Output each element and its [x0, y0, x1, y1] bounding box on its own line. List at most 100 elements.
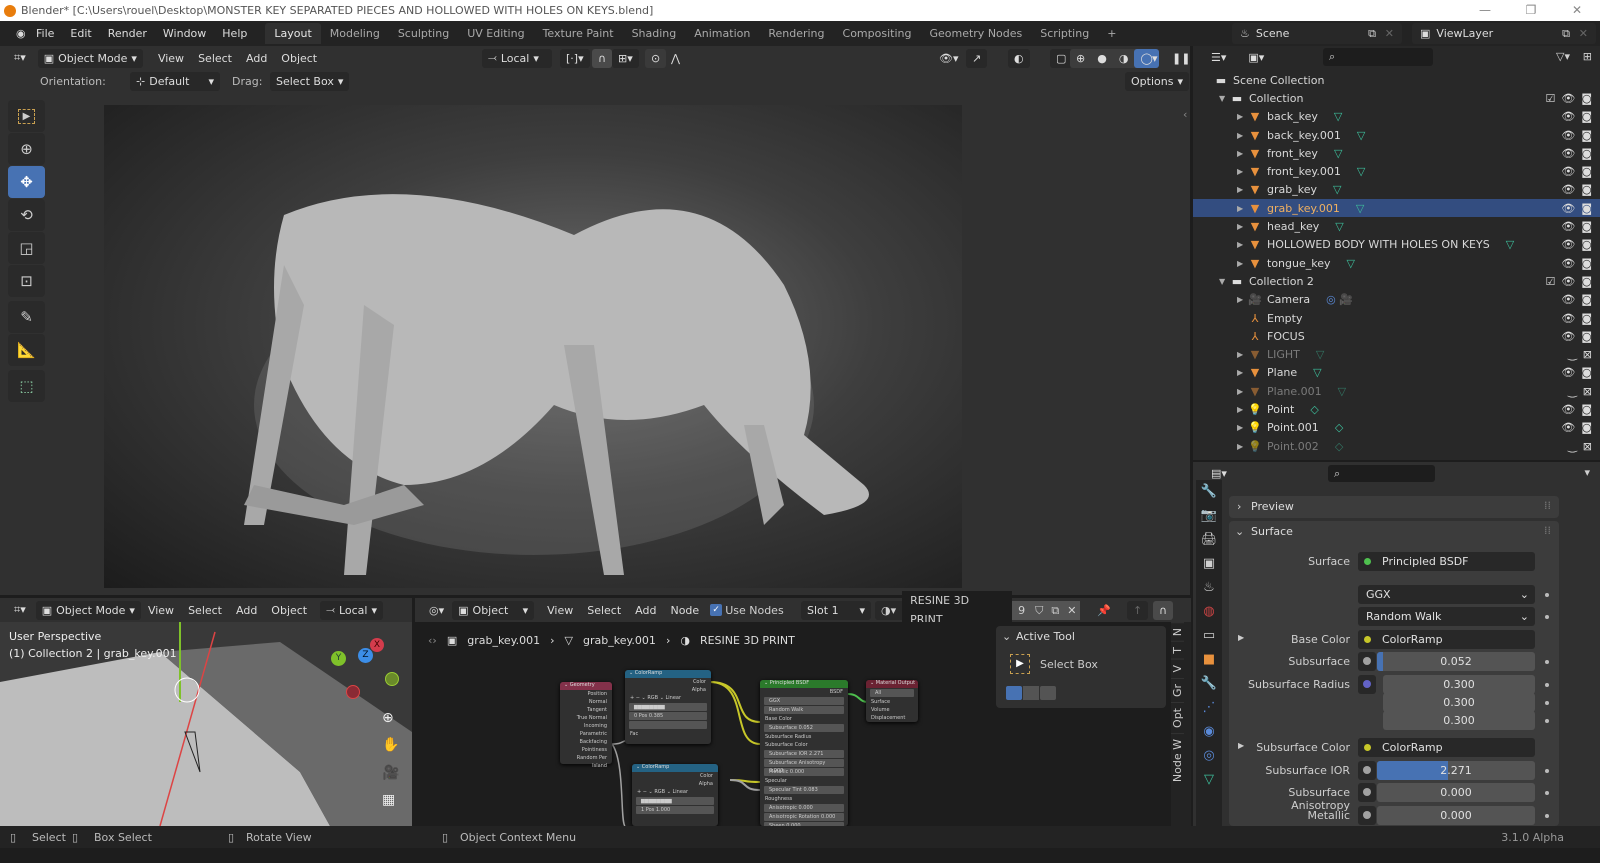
- keyframe-dot-icon[interactable]: [1545, 791, 1549, 795]
- eye-icon[interactable]: 👁: [1561, 183, 1575, 196]
- keyframe-dot-icon[interactable]: [1545, 592, 1549, 597]
- cursor-tool[interactable]: ⊕: [8, 133, 45, 165]
- eye-icon[interactable]: 👁: [1561, 165, 1575, 178]
- pin-icon[interactable]: 📌: [1097, 604, 1111, 617]
- viewport-menu-select[interactable]: Select: [191, 52, 239, 65]
- camera-render-icon[interactable]: ◙: [1581, 92, 1592, 105]
- keyframe-dot-icon[interactable]: [1545, 813, 1549, 818]
- outliner-item[interactable]: ▶ ▼ Plane ▽ 👁 ◙: [1213, 364, 1600, 382]
- camera-render-icon[interactable]: ◙: [1581, 293, 1592, 306]
- filter-icon[interactable]: ▽▾: [1556, 50, 1570, 63]
- node-socket-row[interactable]: Random Walk: [764, 706, 844, 714]
- mini-viewport[interactable]: User Perspective (1) Collection 2 | grab…: [0, 622, 412, 826]
- camera-render-icon[interactable]: ◙: [1581, 165, 1592, 178]
- outliner-item[interactable]: ▶ 🎥 Camera ◎ 🎥 👁 ◙: [1213, 291, 1600, 309]
- expand-toggle-icon[interactable]: ▶: [1237, 204, 1247, 213]
- tab-compositing[interactable]: Compositing: [834, 23, 921, 44]
- orientation-dropdown[interactable]: ⤙ Local ▾: [320, 600, 383, 620]
- measure-tool[interactable]: 📐: [8, 334, 45, 366]
- outliner-scene-collection[interactable]: ▬ Scene Collection: [1213, 71, 1600, 89]
- snap-target-dropdown[interactable]: ⊞▾: [612, 48, 639, 68]
- property-field-subsurface-anisotropy[interactable]: 0.000: [1377, 783, 1535, 802]
- outliner-item[interactable]: ▶ ▼ front_key ▽ 👁 ◙: [1213, 144, 1600, 162]
- outliner-item[interactable]: ▶ ▼ front_key.001 ▽ 👁 ◙: [1213, 162, 1600, 180]
- preview-panel[interactable]: › Preview ⁞⁞: [1229, 496, 1559, 518]
- expand-toggle-icon[interactable]: ▶: [1237, 442, 1247, 451]
- node-header[interactable]: ⌄ ColorRamp: [632, 764, 718, 772]
- eye-closed-icon[interactable]: ‿: [1568, 348, 1577, 361]
- world-tab-icon[interactable]: ◍: [1196, 600, 1222, 624]
- node-socket-row[interactable]: Subsurface IOR 2.271: [764, 750, 844, 758]
- node-socket-row[interactable]: + − ⌄ RGB ⌄ Linear: [625, 694, 711, 702]
- expand-toggle-icon[interactable]: ▶: [1237, 295, 1247, 304]
- tab-layout[interactable]: Layout: [265, 23, 321, 44]
- object-tab-icon[interactable]: ■: [1196, 648, 1222, 672]
- tool-tab-icon[interactable]: 🔧: [1196, 480, 1222, 504]
- drag-handle-icon[interactable]: ⁞⁞: [1544, 499, 1551, 512]
- delete-view-layer-icon[interactable]: ✕: [1579, 27, 1588, 40]
- scene-tab-icon[interactable]: ♨: [1196, 576, 1222, 600]
- expand-toggle-icon[interactable]: ▶: [1237, 222, 1247, 231]
- tab-sculpting[interactable]: Sculpting: [389, 23, 458, 44]
- expand-toggle-icon[interactable]: ▶: [1237, 368, 1247, 377]
- material-output-node[interactable]: ⌄ Material Output All Surface Volume Displac…: [866, 680, 918, 722]
- colorramp-node-2[interactable]: ⌄ ColorRamp Color Alpha + − ⌄ RGB ⌄ Linear ▆…: [632, 764, 718, 826]
- sidebar-tab-gr[interactable]: Gr: [1171, 677, 1184, 702]
- node-socket-row[interactable]: Anisotropic Rotation 0.000: [764, 813, 844, 821]
- render-tab-icon[interactable]: 📷: [1196, 504, 1222, 528]
- eye-icon[interactable]: 👁: [1561, 403, 1575, 416]
- mode-selector[interactable]: ▣ Object Mode ▾: [35, 600, 141, 620]
- eye-icon[interactable]: 👁: [1561, 366, 1575, 379]
- gizmo-x-axis[interactable]: X: [370, 638, 384, 652]
- ortho-grid-icon[interactable]: ▦: [382, 792, 395, 808]
- tab-animation[interactable]: Animation: [685, 23, 759, 44]
- keyframe-dot-icon[interactable]: [1545, 768, 1549, 773]
- property-field-subsurface[interactable]: 0.052: [1377, 652, 1535, 671]
- drag-handle-icon[interactable]: ⁞⁞: [1544, 524, 1551, 537]
- keyframe-dot-icon[interactable]: [1545, 615, 1549, 619]
- render-disabled-icon[interactable]: ⊠: [1583, 385, 1592, 398]
- outliner-item[interactable]: ▶ ▼ back_key ▽ 👁 ◙: [1213, 108, 1600, 126]
- new-view-layer-icon[interactable]: ⧉: [1562, 27, 1570, 41]
- add-cube-tool[interactable]: ⬚: [8, 370, 45, 402]
- pivot-point-dropdown[interactable]: [·]▾: [560, 48, 590, 68]
- new-collection-icon[interactable]: ⊞: [1583, 50, 1592, 63]
- expand-toggle-icon[interactable]: ▶: [1237, 185, 1247, 194]
- node-header[interactable]: ⌄ ColorRamp: [625, 670, 711, 678]
- snap-toggle[interactable]: ∩: [592, 48, 613, 68]
- select-extend-button[interactable]: [1023, 686, 1039, 700]
- particles-tab-icon[interactable]: ⋰: [1196, 696, 1222, 720]
- mode-selector[interactable]: ▣ Object Mode ▾: [37, 48, 143, 68]
- snap-toggle[interactable]: ∩: [1153, 600, 1174, 620]
- geometry-node[interactable]: ⌄ Geometry Position Normal Tangent True Norm…: [560, 682, 612, 769]
- select-box-tool[interactable]: ▶: [8, 100, 45, 132]
- outliner-item[interactable]: ▶ 💡 Point.001 ◇ 👁 ◙: [1213, 419, 1600, 437]
- camera-render-icon[interactable]: ◙: [1581, 238, 1592, 251]
- visibility-dropdown[interactable]: 👁▾: [933, 49, 965, 68]
- node-socket-row[interactable]: 0 Pos 0.385: [629, 712, 707, 720]
- parent-node-tree-icon[interactable]: ↑: [1127, 600, 1149, 620]
- node-socket-row[interactable]: Color: [632, 772, 718, 780]
- fake-user-icon[interactable]: ⛉: [1031, 600, 1048, 620]
- socket-button[interactable]: [1358, 805, 1376, 825]
- camera-render-icon[interactable]: ◙: [1581, 330, 1592, 343]
- expand-toggle-icon[interactable]: ▶: [1237, 131, 1247, 140]
- eye-icon[interactable]: 👁: [1561, 238, 1575, 251]
- wireframe-shading-button[interactable]: ⊕: [1070, 49, 1091, 68]
- node-socket-row[interactable]: Anisotropic 0.000: [764, 804, 844, 812]
- eye-icon[interactable]: 👁: [1561, 129, 1575, 142]
- node-socket-row[interactable]: Subsurface Color: [760, 741, 848, 749]
- node-socket-row[interactable]: Pointiness: [560, 746, 612, 754]
- sidebar-toggle-icon[interactable]: ‹: [1183, 108, 1187, 121]
- render-disabled-icon[interactable]: ⊠: [1583, 348, 1592, 361]
- node-socket-row[interactable]: + − ⌄ RGB ⌄ Linear: [632, 788, 718, 796]
- mesh-data-icon[interactable]: ▽: [1334, 147, 1342, 160]
- chevron-down-icon[interactable]: ⌄: [1235, 525, 1244, 538]
- collection-tab-icon[interactable]: ▭: [1196, 624, 1222, 648]
- light-data-icon[interactable]: ◇: [1335, 421, 1343, 434]
- outliner-item[interactable]: ▶ ▼ Plane.001 ▽ ‿ ⊠: [1213, 382, 1600, 400]
- minimize-button[interactable]: —: [1462, 0, 1508, 21]
- scene-selector[interactable]: ♨ Scene ⧉ ✕: [1232, 23, 1402, 44]
- move-tool[interactable]: ✥: [8, 166, 45, 198]
- node-editor-canvas[interactable]: ‹› ▣ grab_key.001 › ▽ grab_key.001 › ◑ RESI…: [420, 622, 1170, 839]
